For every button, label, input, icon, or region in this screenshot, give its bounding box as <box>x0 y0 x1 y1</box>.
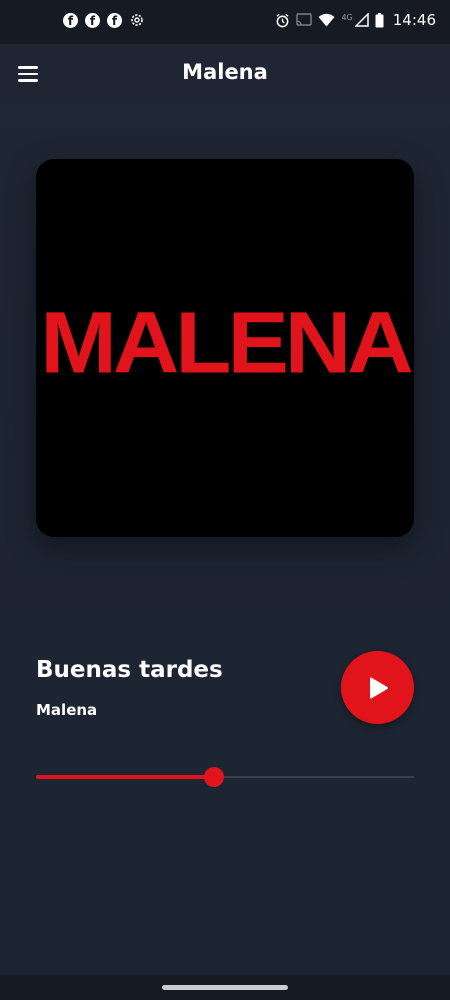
wifi-icon <box>318 13 335 27</box>
player-screen: f f f 4G 14:46 Malena MALENA Buenas tard… <box>0 0 450 1000</box>
settings-icon <box>131 14 143 26</box>
progress-slider[interactable] <box>36 767 414 787</box>
facebook-icon: f <box>63 12 78 28</box>
status-bar: f f f 4G 14:46 <box>0 0 450 44</box>
navigation-bar <box>0 975 450 1000</box>
status-time: 14:46 <box>392 11 436 29</box>
station-logo: MALENA <box>40 294 414 392</box>
play-icon <box>370 677 388 699</box>
system-icons: 4G 14:46 <box>275 11 436 29</box>
progress-fill <box>36 775 214 779</box>
cast-icon <box>296 13 313 26</box>
facebook-icon: f <box>107 12 122 28</box>
network-type-label: 4G <box>341 12 353 22</box>
app-bar: Malena <box>0 44 450 104</box>
track-title: Buenas tardes <box>36 657 223 683</box>
signal-icon <box>354 13 369 27</box>
track-artist: Malena <box>36 701 98 719</box>
alarm-icon <box>276 13 290 27</box>
station-artwork: MALENA <box>36 159 414 537</box>
facebook-icon: f <box>85 12 100 28</box>
home-gesture-handle[interactable] <box>162 985 288 990</box>
battery-icon <box>375 12 384 27</box>
progress-thumb[interactable] <box>203 767 224 787</box>
page-title: Malena <box>182 60 268 84</box>
play-button[interactable] <box>341 651 414 724</box>
notification-icons: f f f <box>63 12 145 28</box>
